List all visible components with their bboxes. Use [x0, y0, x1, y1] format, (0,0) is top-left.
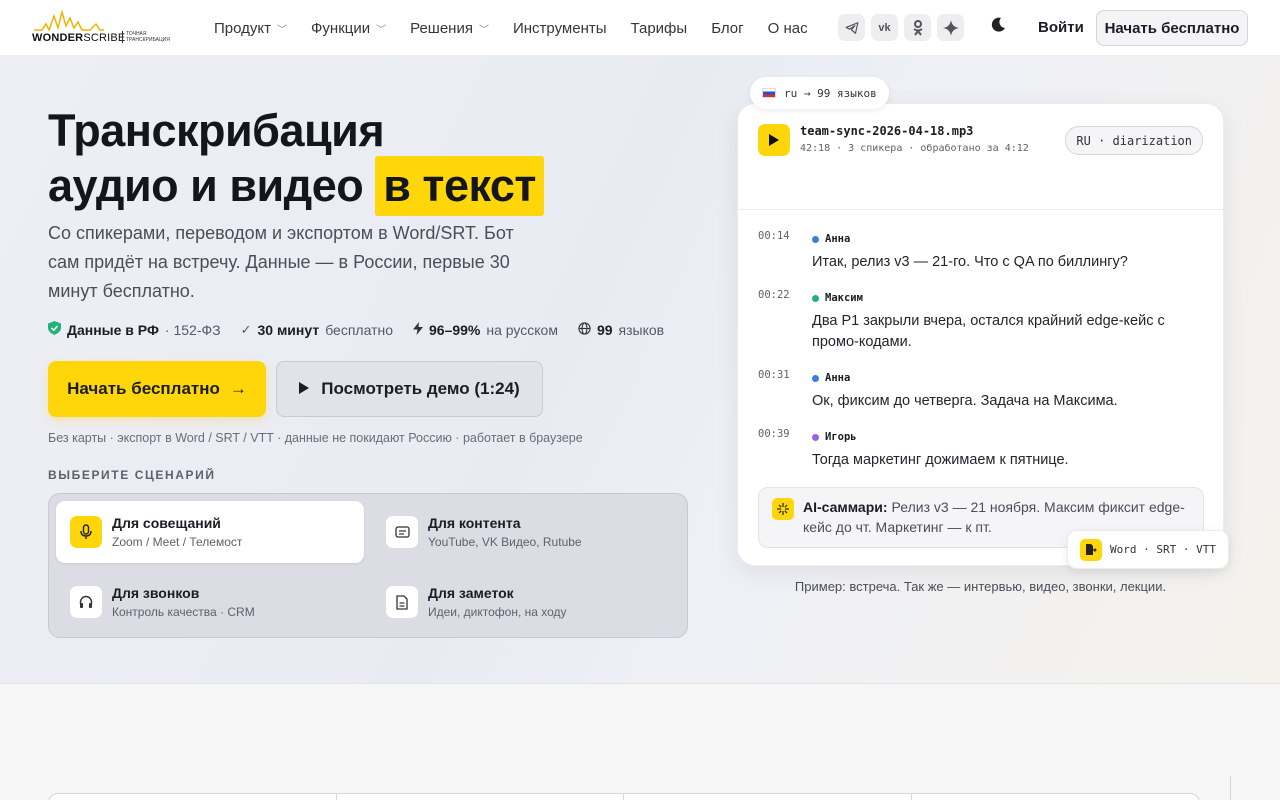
bolt-icon — [413, 321, 423, 338]
chevron-down-icon: ﹀ — [478, 24, 489, 36]
scenario-notes[interactable]: Для заметок Идеи, диктофон, на ходу — [372, 571, 680, 633]
shield-icon — [48, 321, 61, 338]
scenario-content[interactable]: Для контента YouTube, VK Видео, Rutube — [372, 501, 680, 563]
nav-item-solutions[interactable]: Решения ﹀ — [410, 20, 489, 37]
nav-item-about[interactable]: О нас — [768, 20, 808, 37]
strip-divider — [336, 793, 337, 800]
scenarios-title: ВЫБЕРИТЕ СЦЕНАРИЙ — [48, 468, 216, 482]
moon-icon[interactable] — [990, 17, 1006, 38]
chevron-down-icon: ﹀ — [277, 24, 287, 36]
start-free-header-button[interactable]: Начать бесплатно — [1096, 10, 1248, 46]
chevron-down-icon: ﹀ — [376, 24, 387, 36]
fact-accuracy: 96–99% на русском — [413, 321, 558, 338]
check-icon: ✓ — [240, 321, 252, 337]
nav-item-tools[interactable]: Инструменты — [513, 20, 607, 37]
fact-free-minutes: ✓ 30 минут бесплатно — [240, 321, 393, 338]
scroll-indicator-line — [1230, 776, 1231, 800]
strip-divider — [911, 793, 912, 800]
play-icon — [299, 379, 310, 399]
scenario-calls[interactable]: Для звонков Контроль качества · CRM — [56, 571, 364, 633]
card-header: team-sync-2026-04-18.mp3 42:18 · 3 спике… — [738, 104, 1223, 210]
main-nav: Продукт ﹀ Функции ﹀ Решения ﹀ Инструменты Т… — [214, 0, 808, 56]
fact-data-rf: Данные в РФ · 152-ФЗ — [48, 321, 221, 338]
speaker-dot-icon — [812, 374, 819, 382]
diarization-badge: RU · diarization — [1065, 126, 1203, 155]
play-icon[interactable] — [758, 124, 790, 156]
odnoklassniki-icon[interactable] — [904, 14, 931, 41]
sparkle-icon — [772, 498, 794, 520]
logo-wordmark: WONDERSCRIBE — [32, 32, 126, 44]
globe-icon — [578, 321, 591, 338]
vk-icon[interactable]: vk — [871, 14, 898, 41]
social-links: vk — [838, 14, 964, 41]
hero-facts: Данные в РФ · 152-ФЗ ✓ 30 минут бесплатно … — [48, 321, 664, 338]
note-icon — [386, 586, 418, 618]
top-navigation-bar: WONDERSCRIBE ТОЧНАЯ ТРАНСКРИБАЦИЯ Продук… — [0, 0, 1280, 56]
hero-note: Без карты · экспорт в Word / SRT / VTT ·… — [48, 431, 583, 445]
fact-languages: 99 языков — [578, 322, 664, 338]
file-meta: 42:18 · 3 спикера · обработано за 4:12 — [800, 143, 1029, 154]
file-name: team-sync-2026-04-18.mp3 — [800, 124, 974, 138]
logo-tagline: ТОЧНАЯ ТРАНСКРИБАЦИЯ — [122, 31, 182, 43]
sparkle-icon[interactable] — [937, 14, 964, 41]
summary-label: AI-саммари: — [803, 499, 888, 515]
microphone-icon — [70, 516, 102, 548]
next-section-strip — [48, 793, 1200, 800]
export-formats-pill: Word · SRT · VTT — [1067, 530, 1229, 569]
speaker-dot-icon — [812, 294, 819, 302]
arrow-right-icon: → — [229, 379, 247, 398]
scenario-selector: Для совещаний Zoom / Meet / Телемост Для… — [48, 493, 688, 638]
hero-title-highlight: в текст — [375, 156, 544, 216]
strip-divider — [623, 793, 624, 800]
nav-item-features[interactable]: Функции ﹀ — [311, 20, 386, 37]
demo-caption: Пример: встреча. Так же — интервью, виде… — [794, 579, 1167, 594]
waveform-logo-icon — [34, 10, 104, 32]
language-pill: ru → 99 языков — [750, 77, 889, 109]
video-icon — [386, 516, 418, 548]
export-file-icon — [1080, 538, 1102, 561]
start-free-button[interactable]: Начать бесплатно → — [48, 361, 266, 417]
wonderscribe-logo[interactable]: WONDERSCRIBE ТОЧНАЯ ТРАНСКРИБАЦИЯ — [32, 10, 182, 46]
hero-lead: Со спикерами, переводом и экспортом в Wo… — [48, 223, 514, 301]
telegram-icon[interactable] — [838, 14, 865, 41]
scenario-meetings[interactable]: Для совещаний Zoom / Meet / Телемост — [56, 501, 364, 563]
nav-item-product[interactable]: Продукт ﹀ — [214, 20, 287, 37]
transcript-demo-card: team-sync-2026-04-18.mp3 42:18 · 3 спике… — [737, 103, 1224, 566]
login-link[interactable]: Войти — [1038, 19, 1084, 36]
speaker-dot-icon — [812, 433, 819, 441]
watch-demo-button[interactable]: Посмотреть демо (1:24) — [276, 361, 543, 417]
nav-item-pricing[interactable]: Тарифы — [631, 20, 688, 37]
nav-item-blog[interactable]: Блог — [711, 20, 743, 37]
speaker-dot-icon — [812, 235, 819, 243]
russia-flag-icon — [762, 88, 776, 98]
hero-title: Транскрибация аудио и видео в текст — [48, 106, 544, 216]
headphones-icon — [70, 586, 102, 618]
